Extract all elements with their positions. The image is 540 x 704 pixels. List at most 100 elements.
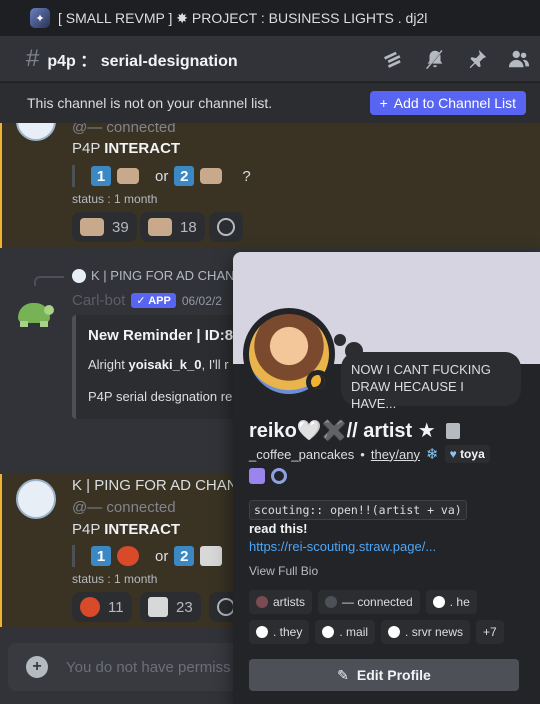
- reaction-chip[interactable]: 11: [72, 592, 132, 622]
- author-name[interactable]: K | PING FOR AD CHAN: [72, 477, 238, 494]
- quote-bar: [72, 545, 75, 567]
- custom-status-bubble[interactable]: NOW I CANT FUCKING DRAW HECAUSE I HAVE..…: [341, 352, 521, 411]
- role-pill[interactable]: . he: [425, 590, 477, 614]
- message-header: Carl-bot ✓ APP 06/02/2: [72, 292, 222, 309]
- keycap-1-emoji: 1: [91, 546, 111, 566]
- role-color-dot: [256, 596, 268, 608]
- server-tag[interactable]: ♥ toya: [444, 445, 490, 463]
- or-text: or: [155, 167, 169, 185]
- thought-bubble-dot: [334, 334, 346, 346]
- roles-list: artists — connected . he . they . mail .…: [249, 590, 529, 644]
- channel-header: # p4p ： serial-designation: [0, 36, 540, 82]
- reply-spine: [34, 276, 64, 286]
- attach-plus-icon[interactable]: +: [26, 656, 48, 678]
- title-bold: INTERACT: [104, 140, 181, 157]
- character-emoji: [148, 597, 168, 617]
- status-text: status : 1 month: [72, 192, 158, 206]
- pronouns: they/any: [370, 446, 421, 462]
- username[interactable]: _coffee_pancakes: [249, 447, 354, 462]
- character-emoji: [117, 546, 139, 566]
- bio-link[interactable]: https://rei-scouting.straw.page/...: [249, 539, 436, 554]
- message-title: P4P INTERACT: [72, 140, 180, 157]
- keycap-2-emoji: 2: [174, 546, 195, 566]
- role-color-dot: [388, 626, 401, 638]
- add-reaction-button[interactable]: [209, 212, 243, 242]
- embed-line-2: P4P serial designation re: [88, 389, 233, 404]
- add-to-channel-list-button[interactable]: + Add to Channel List: [369, 91, 526, 115]
- edit-profile-button[interactable]: ✎ Edit Profile: [249, 659, 519, 691]
- more-roles-pill[interactable]: +7: [476, 620, 504, 644]
- pencil-icon: ✎: [337, 666, 349, 683]
- role-color-dot: [432, 596, 445, 608]
- character-emoji: [200, 546, 223, 566]
- reminder-embed: New Reminder | ID:80 Alright yoisaki_k_0…: [72, 315, 242, 419]
- profile-badges: [249, 468, 287, 484]
- keycap-2-emoji: 2: [174, 166, 195, 186]
- bio-code-line: scouting:: open!!(artist + va): [249, 500, 467, 520]
- question-mark: ?: [242, 167, 251, 185]
- role-pill[interactable]: . mail: [315, 620, 376, 644]
- reaction-chip[interactable]: 23: [140, 592, 201, 622]
- reaction-count: 11: [108, 598, 124, 616]
- timestamp: 06/02/2: [181, 293, 222, 308]
- keycap-1-emoji: 1: [91, 166, 111, 186]
- reaction-count: 23: [176, 598, 193, 616]
- role-pill[interactable]: . they: [249, 620, 310, 644]
- role-color-dot: [325, 596, 338, 608]
- reaction-chip[interactable]: 39: [72, 212, 137, 242]
- author-name[interactable]: Carl-bot: [72, 292, 125, 309]
- or-text: or: [155, 547, 169, 565]
- edit-profile-label: Edit Profile: [356, 667, 431, 683]
- reaction-chip[interactable]: 18: [140, 212, 205, 242]
- title-prefix: P4P: [72, 140, 101, 157]
- reaction-count: 18: [180, 218, 197, 236]
- turtle-avatar[interactable]: [14, 293, 54, 333]
- message-options: 1 or 2 ?: [72, 165, 251, 187]
- embed-line-1: Alright yoisaki_k_0, I'll r: [88, 357, 229, 372]
- plus-icon: +: [379, 95, 388, 111]
- note-icon[interactable]: [445, 422, 460, 439]
- reply-preview[interactable]: K | PING FOR AD CHAN: [72, 268, 235, 283]
- nitro-badge-icon[interactable]: [249, 468, 265, 484]
- user-profile-popout: NOW I CANT FUCKING DRAW HECAUSE I HAVE..…: [233, 252, 540, 704]
- threads-icon[interactable]: [382, 48, 404, 70]
- snowflake-icon: ❄: [426, 446, 439, 463]
- title-prefix: P4P: [72, 521, 101, 538]
- pin-icon[interactable]: [466, 48, 488, 70]
- server-icon[interactable]: ✦: [30, 8, 50, 28]
- reply-author: K | PING FOR AD CHAN: [91, 268, 235, 283]
- avatar[interactable]: [16, 479, 56, 519]
- reply-avatar: [72, 268, 86, 283]
- fist-bump-emoji: [80, 218, 104, 236]
- fist-bump-emoji: [148, 218, 172, 236]
- role-color-dot: [322, 626, 335, 638]
- username-row: _coffee_pancakes • they/any ❄ ♥ toya: [249, 445, 490, 463]
- title-bold: INTERACT: [104, 521, 181, 538]
- server-title: [ SMALL REVMP ] ✸ PROJECT : BUSINESS LIG…: [58, 9, 428, 26]
- notice-text: This channel is not on your channel list…: [27, 95, 273, 111]
- message-options: 1 or 2: [72, 545, 223, 567]
- add-to-channel-list-label: Add to Channel List: [393, 95, 516, 111]
- role-pill[interactable]: artists: [249, 590, 313, 614]
- notification-bell-muted-icon[interactable]: [424, 48, 446, 70]
- channel-not-in-list-notice: This channel is not on your channel list…: [0, 83, 540, 123]
- bio-heading: read this!: [249, 521, 308, 536]
- app-badge: ✓ APP: [131, 293, 176, 308]
- embed-title: New Reminder | ID:80: [88, 327, 242, 344]
- hash-icon: #: [26, 44, 40, 72]
- view-full-bio-link[interactable]: View Full Bio: [249, 564, 318, 578]
- quote-bar: [72, 165, 75, 187]
- role-pill[interactable]: . srvr news: [381, 620, 471, 644]
- message-title: P4P INTERACT: [72, 521, 180, 538]
- window-titlebar: ✦ [ SMALL REVMP ] ✸ PROJECT : BUSINESS L…: [0, 0, 540, 36]
- composer-placeholder: You do not have permiss: [66, 658, 231, 676]
- role-color-dot: [256, 626, 268, 638]
- heart-icon: ♥: [449, 447, 457, 461]
- smiley-icon: [217, 218, 235, 236]
- character-emoji: [80, 597, 100, 617]
- display-name: reiko🤍✖️// artist ★: [249, 418, 460, 443]
- boost-badge-icon[interactable]: [271, 468, 287, 484]
- role-pill[interactable]: — connected: [318, 590, 420, 614]
- member-list-icon[interactable]: [508, 48, 530, 70]
- reaction-count: 39: [112, 218, 129, 236]
